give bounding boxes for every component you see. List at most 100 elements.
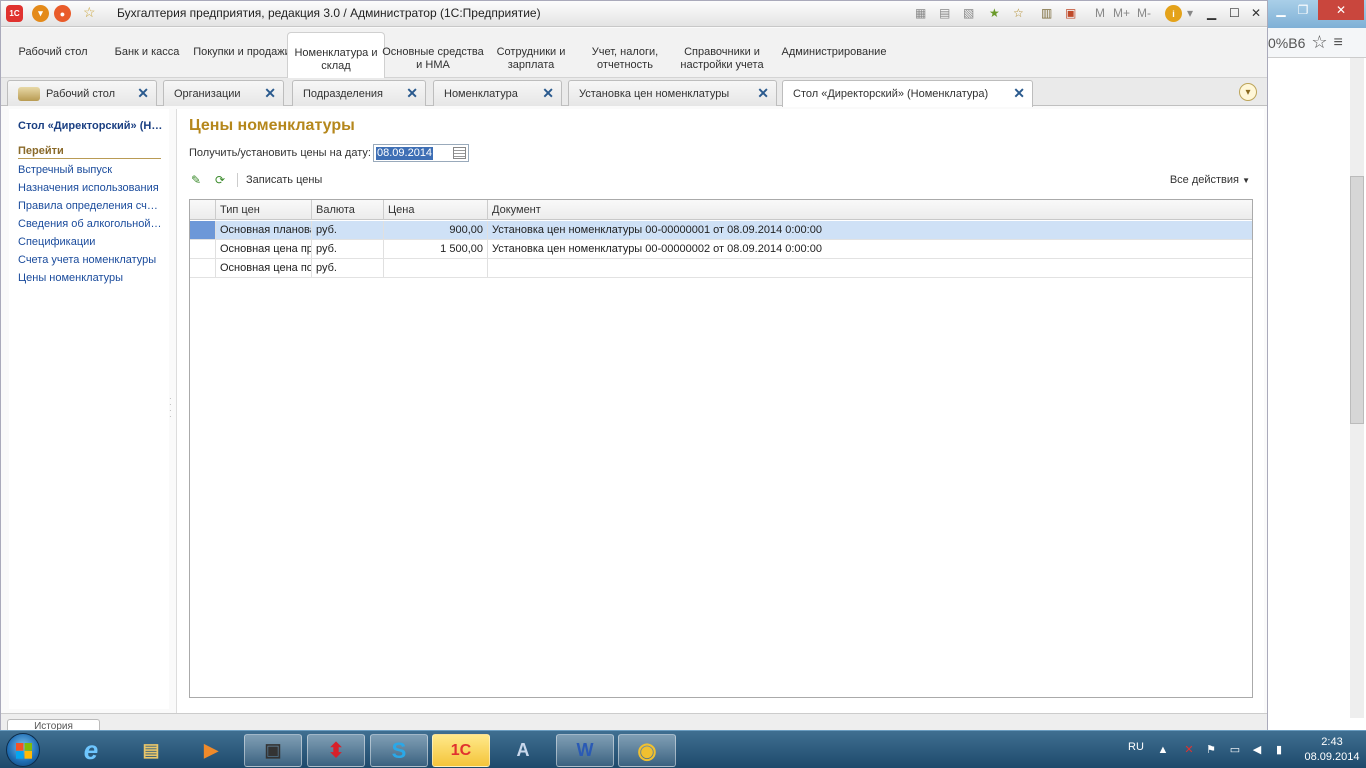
background-address-bar[interactable]: 0%B6 ☆ ≡: [1266, 28, 1366, 58]
save-prices-button[interactable]: Записать цены: [246, 174, 322, 186]
tab-departments[interactable]: Подразделения ✕: [292, 80, 426, 106]
app-logo-icon[interactable]: 1С: [6, 5, 23, 22]
panel-splitter[interactable]: · · · ·: [169, 395, 173, 426]
internet-explorer-icon[interactable]: e: [62, 734, 120, 767]
tab-director-desk[interactable]: Стол «Директорский» (Номенклатура) ✕: [782, 80, 1033, 107]
minimize-icon[interactable]: ▁: [1207, 6, 1216, 20]
date-input[interactable]: 08.09.2014: [373, 144, 469, 162]
section-references[interactable]: Справочники и настройки учета: [667, 46, 777, 72]
tab-close-icon[interactable]: ✕: [757, 85, 769, 102]
column-price[interactable]: Цена: [384, 200, 488, 220]
save-icon[interactable]: ▦: [915, 6, 926, 20]
section-accounting[interactable]: Учет, налоги, отчетность: [575, 46, 675, 72]
memory-plus-button[interactable]: M+: [1113, 6, 1130, 20]
nav-link-alcohol-info[interactable]: Сведения об алкогольной продукции: [18, 218, 163, 230]
tab-nomenclature[interactable]: Номенклатура ✕: [433, 80, 562, 106]
tab-close-icon[interactable]: ✕: [1013, 85, 1025, 102]
prices-table[interactable]: Тип цен Валюта Цена Документ Основная пл…: [189, 199, 1253, 698]
cell-currency[interactable]: руб.: [312, 240, 384, 258]
file-explorer-icon[interactable]: ▤: [122, 734, 180, 767]
favorites-icon[interactable]: ☆: [1013, 6, 1024, 20]
nav-link-accounts[interactable]: Счета учета номенклатуры: [18, 254, 163, 266]
nav-link-counter-release[interactable]: Встречный выпуск: [18, 164, 163, 176]
column-currency[interactable]: Валюта: [312, 200, 384, 220]
start-button[interactable]: [6, 733, 40, 767]
nav-link-account-rules[interactable]: Правила определения счетов учета: [18, 200, 163, 212]
browser-menu-icon[interactable]: ≡: [1334, 34, 1343, 52]
cell-document[interactable]: [488, 259, 1252, 277]
tab-close-icon[interactable]: ✕: [542, 85, 554, 102]
tab-close-icon[interactable]: ✕: [137, 85, 149, 102]
tab-list-chevron-icon[interactable]: ▾: [1239, 83, 1257, 101]
cell-price-type[interactable]: Основная плановая цена: [216, 221, 312, 239]
tray-expand-icon[interactable]: ▲: [1156, 743, 1170, 757]
volume-icon[interactable]: ◀: [1250, 743, 1264, 757]
cell-price[interactable]: 1 500,00: [384, 240, 488, 258]
all-actions-button[interactable]: Все действия ▼: [1170, 174, 1250, 186]
network-error-icon[interactable]: ✕: [1182, 743, 1196, 757]
tab-close-icon[interactable]: ✕: [406, 85, 418, 102]
media-player-icon[interactable]: ▶: [182, 734, 240, 767]
section-nomenclature[interactable]: Номенклатура и склад: [287, 32, 385, 79]
wordpad-icon[interactable]: A: [494, 734, 552, 767]
download-app-icon[interactable]: ⬍: [307, 734, 365, 767]
table-row[interactable]: Основная цена покупки руб.: [190, 259, 1252, 278]
power-icon[interactable]: ▮: [1272, 743, 1286, 757]
section-administration[interactable]: Администрирование: [775, 46, 893, 59]
tab-organizations[interactable]: Организации ✕: [163, 80, 284, 106]
help-icon[interactable]: i: [1165, 5, 1182, 22]
1c-app-icon[interactable]: 1С: [432, 734, 490, 767]
nav-link-specifications[interactable]: Спецификации: [18, 236, 163, 248]
memory-minus-button[interactable]: M-: [1137, 6, 1151, 20]
navigation-title[interactable]: Стол «Директорский» (Номенклатура): [18, 120, 163, 132]
calculator-icon[interactable]: ▥: [1041, 6, 1052, 20]
back-icon[interactable]: ●: [54, 5, 71, 22]
refresh-icon[interactable]: ⟳: [213, 173, 227, 187]
clock[interactable]: 2:43 08.09.2014: [1300, 735, 1364, 765]
chrome-icon[interactable]: ◉: [618, 734, 676, 767]
nav-link-prices[interactable]: Цены номенклатуры: [18, 272, 163, 284]
table-row[interactable]: Основная цена продажи руб. 1 500,00 Уста…: [190, 240, 1252, 259]
calendar-picker-icon[interactable]: [453, 147, 466, 159]
cell-price[interactable]: 900,00: [384, 221, 488, 239]
tab-set-prices[interactable]: Установка цен номенклатуры ✕: [568, 80, 777, 106]
nav-link-usage-purposes[interactable]: Назначения использования: [18, 182, 163, 194]
memory-button[interactable]: M: [1095, 6, 1105, 20]
bookmark-star-icon[interactable]: ☆: [1311, 32, 1327, 53]
section-fixed-assets[interactable]: Основные средства и НМА: [378, 46, 488, 72]
print-icon[interactable]: ▤: [939, 6, 950, 20]
cell-price-type[interactable]: Основная цена продажи: [216, 240, 312, 258]
background-scrollbar-thumb[interactable]: [1350, 176, 1364, 424]
video-app-icon[interactable]: ▣: [244, 734, 302, 767]
display-icon[interactable]: ▭: [1228, 743, 1242, 757]
background-close-icon[interactable]: ✕: [1318, 0, 1364, 20]
cell-currency[interactable]: руб.: [312, 259, 384, 277]
section-staff[interactable]: Сотрудники и зарплата: [479, 46, 583, 72]
tab-close-icon[interactable]: ✕: [264, 85, 276, 102]
section-purchases[interactable]: Покупки и продажи: [187, 46, 297, 59]
background-restore-icon[interactable]: ❐: [1288, 0, 1318, 20]
cell-currency[interactable]: руб.: [312, 221, 384, 239]
favorites-star-icon[interactable]: ☆: [83, 4, 96, 21]
edit-pencil-icon[interactable]: ✎: [189, 173, 203, 187]
cell-price-type[interactable]: Основная цена покупки: [216, 259, 312, 277]
close-icon[interactable]: ✕: [1251, 6, 1261, 20]
table-row[interactable]: Основная плановая цена руб. 900,00 Устан…: [190, 221, 1252, 240]
main-menu-icon[interactable]: ▾: [32, 5, 49, 22]
cell-document[interactable]: Установка цен номенклатуры 00-00000001 о…: [488, 221, 1252, 239]
cell-document[interactable]: Установка цен номенклатуры 00-00000002 о…: [488, 240, 1252, 258]
column-document[interactable]: Документ: [488, 200, 1252, 220]
language-indicator[interactable]: RU: [1128, 741, 1144, 753]
add-favorite-icon[interactable]: ★: [989, 6, 1000, 20]
cell-price[interactable]: [384, 259, 488, 277]
maximize-icon[interactable]: ☐: [1229, 6, 1240, 20]
action-center-icon[interactable]: ⚑: [1204, 743, 1218, 757]
tab-desktop[interactable]: Рабочий стол ✕: [7, 80, 157, 106]
section-bank[interactable]: Банк и касса: [92, 46, 202, 59]
skype-icon[interactable]: S: [370, 734, 428, 767]
word-icon[interactable]: W: [556, 734, 614, 767]
preview-icon[interactable]: ▧: [963, 6, 974, 20]
calendar-icon[interactable]: ▣: [1065, 6, 1076, 20]
column-price-type[interactable]: Тип цен: [216, 200, 312, 220]
help-dropdown-icon[interactable]: ▾: [1187, 6, 1193, 20]
